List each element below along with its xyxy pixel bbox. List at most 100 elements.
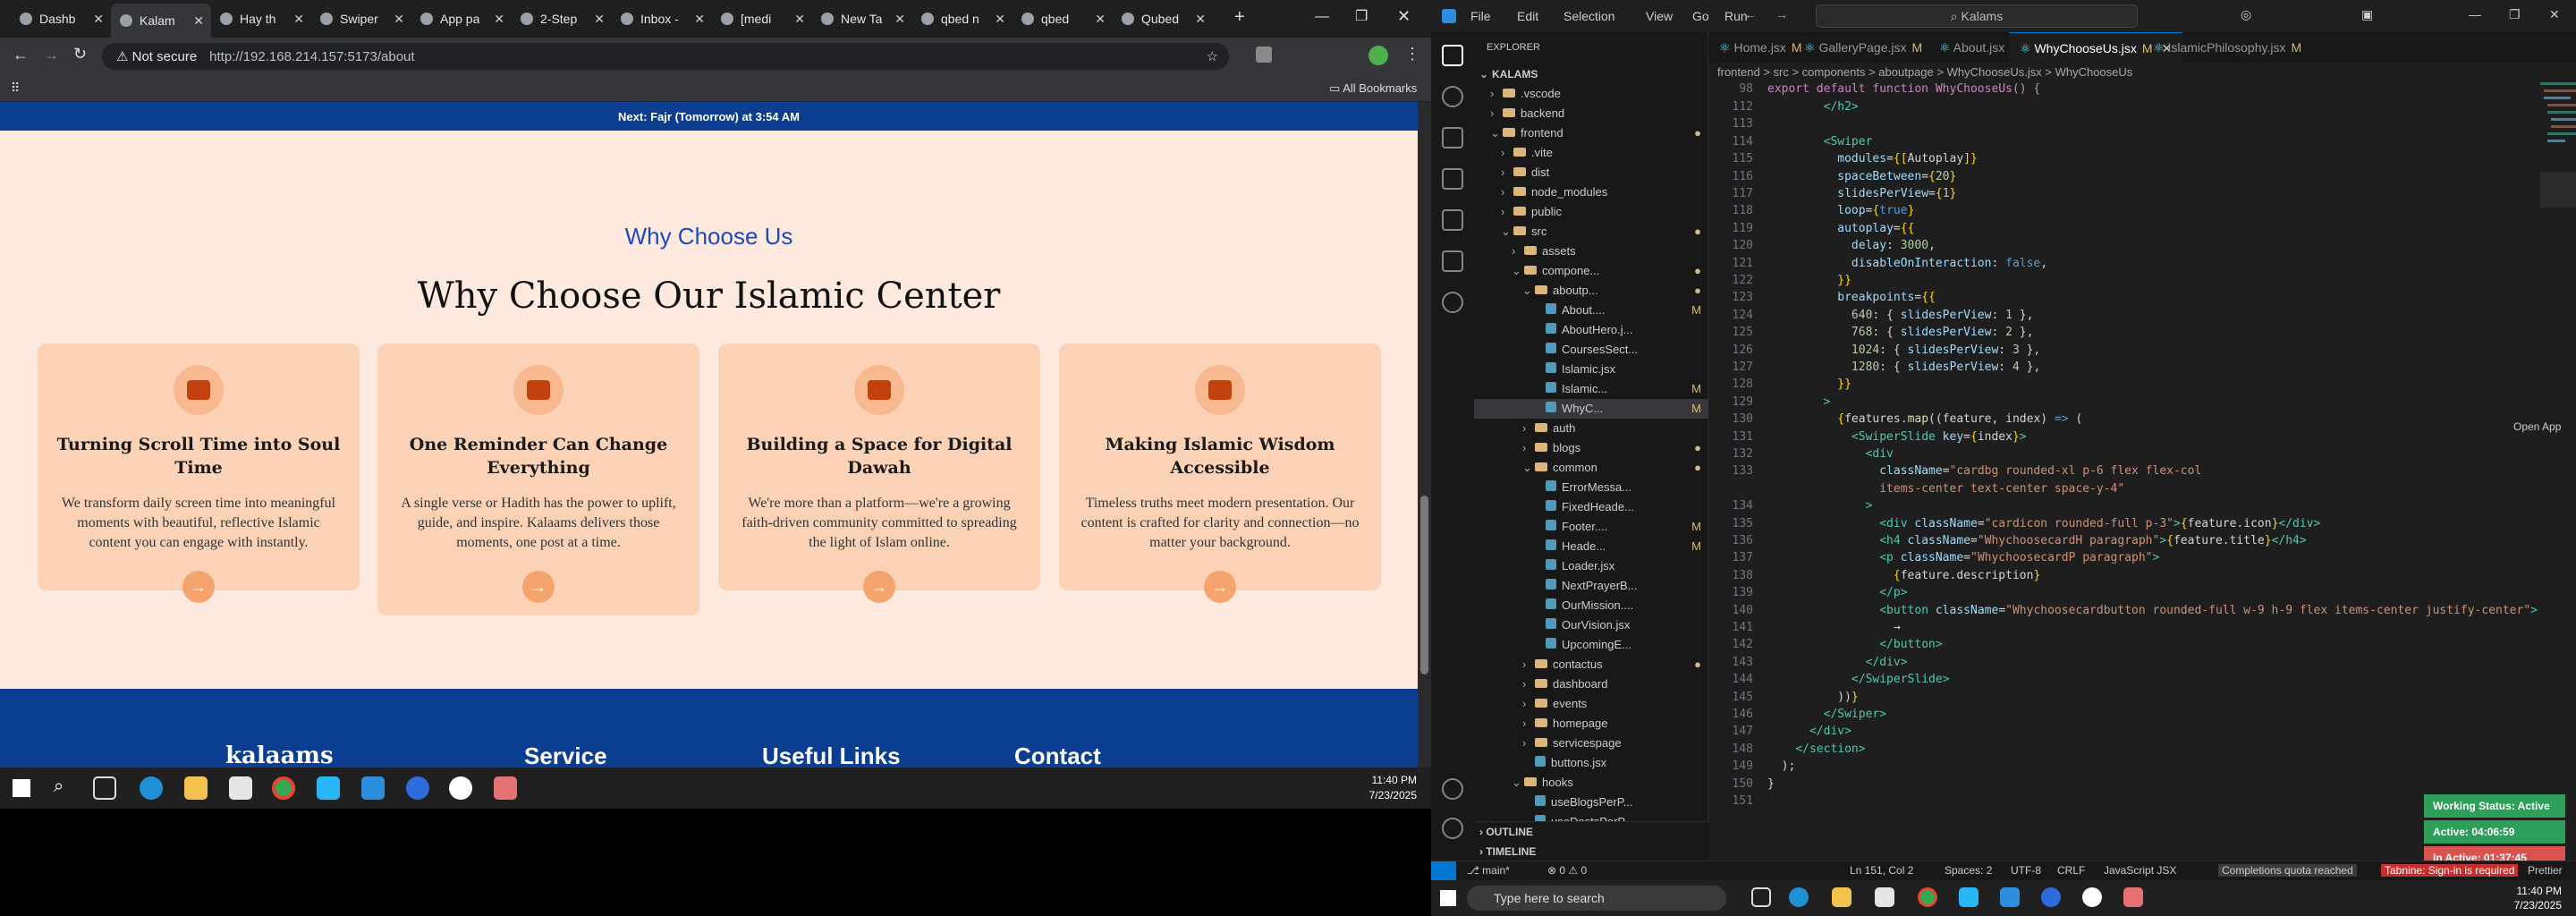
code-line[interactable]: 768: { slidesPerView: 2 }, bbox=[1767, 326, 2034, 339]
windows-start-icon[interactable] bbox=[13, 779, 30, 797]
browser-tab[interactable]: qbed n ✕ bbox=[912, 5, 1013, 32]
file-explorer-icon[interactable] bbox=[1832, 887, 1852, 907]
tab-close-icon[interactable]: ✕ bbox=[794, 12, 805, 27]
accounts-icon[interactable] bbox=[1442, 778, 1463, 800]
feature-card-arrow-button[interactable]: → bbox=[1204, 571, 1236, 603]
vscode-close-button[interactable]: ✕ bbox=[2549, 7, 2560, 22]
edge-icon[interactable] bbox=[140, 776, 163, 800]
explorer-file[interactable]: Loader.jsx bbox=[1474, 556, 1708, 576]
explorer-folder[interactable]: › events bbox=[1474, 694, 1708, 714]
address-bar[interactable]: ⚠ Not secure http://192.168.214.157:5173… bbox=[102, 43, 1229, 70]
copilot-icon[interactable]: ◎ bbox=[2241, 7, 2251, 22]
code-line[interactable]: 1280: { slidesPerView: 4 }, bbox=[1767, 360, 2040, 374]
code-line[interactable]: </div> bbox=[1767, 656, 1908, 669]
feature-card-arrow-button[interactable]: → bbox=[182, 571, 215, 603]
explorer-folder[interactable]: ⌄ compone... ● bbox=[1474, 261, 1708, 281]
edge-icon[interactable] bbox=[1789, 887, 1809, 907]
explorer-folder[interactable]: › public bbox=[1474, 202, 1708, 222]
code-line[interactable]: spaceBetween={20} bbox=[1767, 170, 1956, 183]
explorer-file[interactable]: Footer.... M bbox=[1474, 517, 1708, 537]
store-icon[interactable] bbox=[229, 776, 252, 800]
explorer-folder[interactable]: › .vscode bbox=[1474, 84, 1708, 104]
editor-tab[interactable]: ⚛ About.jsx bbox=[1928, 32, 2021, 63]
explorer-folder[interactable]: › dashboard bbox=[1474, 674, 1708, 694]
code-line[interactable]: {feature.description} bbox=[1767, 569, 2040, 582]
explorer-folder[interactable]: › dist bbox=[1474, 163, 1708, 182]
tabnine-status[interactable]: Tabnine: Sign-in is required bbox=[2381, 864, 2519, 877]
editor-tab[interactable]: ⚛ IslamicPhilosophy.jsx M bbox=[2142, 32, 2312, 63]
code-line[interactable]: modules={[Autoplay]} bbox=[1767, 152, 1978, 165]
explorer-file[interactable]: Islamic... M bbox=[1474, 379, 1708, 399]
explorer-file[interactable]: WhyC... M bbox=[1474, 399, 1708, 419]
browser-tab[interactable]: Hay th ✕ bbox=[211, 5, 311, 32]
code-line[interactable]: slidesPerView={1} bbox=[1767, 187, 1956, 200]
code-line[interactable]: } bbox=[1767, 777, 1775, 791]
explorer-folder[interactable]: › backend bbox=[1474, 104, 1708, 123]
tab-close-icon[interactable]: ✕ bbox=[995, 12, 1005, 27]
back-button[interactable]: ← bbox=[13, 46, 29, 64]
explorer-folder[interactable]: › homepage bbox=[1474, 714, 1708, 734]
code-line[interactable]: className="cardbg rounded-xl p-6 flex fl… bbox=[1767, 464, 2201, 478]
nav-forward-button[interactable]: → bbox=[1775, 7, 1788, 21]
code-line[interactable]: </div> bbox=[1767, 725, 1852, 738]
vscode-minimize-button[interactable]: — bbox=[2469, 7, 2481, 21]
problems-indicator[interactable]: ⊗ 0 ⚠ 0 bbox=[1547, 864, 1587, 877]
devtools-icon[interactable] bbox=[317, 776, 340, 800]
code-line[interactable]: autoplay={{ bbox=[1767, 222, 1914, 235]
remote-icon[interactable] bbox=[1442, 250, 1463, 272]
command-center-search[interactable]: ⌕ Kalams bbox=[1816, 4, 2138, 28]
menu-item-edit[interactable]: Edit bbox=[1517, 9, 1538, 23]
browser-tab[interactable]: Inbox - ✕ bbox=[612, 5, 712, 32]
minimap[interactable] bbox=[2540, 82, 2576, 243]
explorer-file[interactable]: Islamic.jsx bbox=[1474, 360, 1708, 379]
maximize-window-button[interactable]: ❐ bbox=[1355, 7, 1368, 25]
browser-tab[interactable]: 2-Step ✕ bbox=[512, 5, 612, 32]
code-line[interactable]: {features.map((feature, index) => ( bbox=[1767, 412, 2082, 426]
explorer-file[interactable]: OurVision.jsx bbox=[1474, 615, 1708, 635]
prettier-status[interactable]: Prettier bbox=[2528, 864, 2563, 877]
code-line[interactable]: > bbox=[1767, 499, 1873, 513]
profile-avatar[interactable] bbox=[1368, 46, 1388, 65]
explorer-folder[interactable]: ⌄ frontend ● bbox=[1474, 123, 1708, 143]
footer-logo[interactable]: kalaams bbox=[225, 742, 334, 768]
code-line[interactable]: loop={true} bbox=[1767, 204, 1914, 217]
browser-tab[interactable]: [medi ✕ bbox=[712, 5, 812, 32]
explorer-folder[interactable]: › node_modules bbox=[1474, 182, 1708, 202]
tab-close-icon[interactable]: ✕ bbox=[1195, 12, 1206, 27]
tab-close-icon[interactable]: ✕ bbox=[394, 12, 404, 27]
minimize-window-button[interactable]: — bbox=[1315, 9, 1329, 25]
explorer-icon[interactable] bbox=[1442, 45, 1463, 66]
vscode-maximize-button[interactable]: ❐ bbox=[2509, 7, 2521, 22]
explorer-file[interactable]: UpcomingE... bbox=[1474, 635, 1708, 655]
code-line[interactable]: disableOnInteraction: false, bbox=[1767, 257, 2047, 270]
devtools-icon[interactable] bbox=[1959, 887, 1979, 907]
code-line[interactable]: → bbox=[1767, 621, 1901, 634]
bookmark-star-icon[interactable]: ☆ bbox=[1207, 48, 1218, 64]
close-window-button[interactable]: ✕ bbox=[1397, 7, 1411, 26]
paint-icon[interactable] bbox=[494, 776, 517, 800]
code-line[interactable]: 1024: { slidesPerView: 3 }, bbox=[1767, 344, 2040, 357]
eol-indicator[interactable]: CRLF bbox=[2057, 864, 2085, 877]
encoding-indicator[interactable]: UTF-8 bbox=[2011, 864, 2041, 877]
remote-indicator[interactable] bbox=[1431, 861, 1456, 881]
explorer-file[interactable]: FixedHeade... bbox=[1474, 497, 1708, 517]
task-view-icon[interactable] bbox=[93, 776, 116, 800]
feature-card-arrow-button[interactable]: → bbox=[522, 571, 555, 603]
explorer-file[interactable]: ErrorMessa... bbox=[1474, 478, 1708, 497]
explorer-folder[interactable]: › servicespage bbox=[1474, 734, 1708, 753]
code-line[interactable]: </Swiper> bbox=[1767, 708, 1886, 721]
store-icon[interactable] bbox=[1875, 887, 1894, 907]
explorer-folder[interactable]: ⌄ aboutp... ● bbox=[1474, 281, 1708, 301]
browser-tab[interactable]: New Ta ✕ bbox=[812, 5, 912, 32]
explorer-folder[interactable]: ⌄ common ● bbox=[1474, 458, 1708, 478]
explorer-file[interactable]: AboutHero.j... bbox=[1474, 320, 1708, 340]
run-debug-icon[interactable] bbox=[1442, 168, 1463, 190]
code-line[interactable]: </button> bbox=[1767, 638, 1942, 651]
explorer-folder[interactable]: › auth bbox=[1474, 419, 1708, 438]
task-view-icon[interactable] bbox=[1751, 887, 1771, 907]
chrome-icon[interactable] bbox=[272, 776, 295, 800]
browser-tab[interactable]: Swiper ✕ bbox=[311, 5, 411, 32]
browser-menu-icon[interactable]: ⋮ bbox=[1404, 45, 1420, 64]
app-icon[interactable] bbox=[2082, 887, 2102, 907]
manage-gear-icon[interactable] bbox=[1442, 818, 1463, 839]
